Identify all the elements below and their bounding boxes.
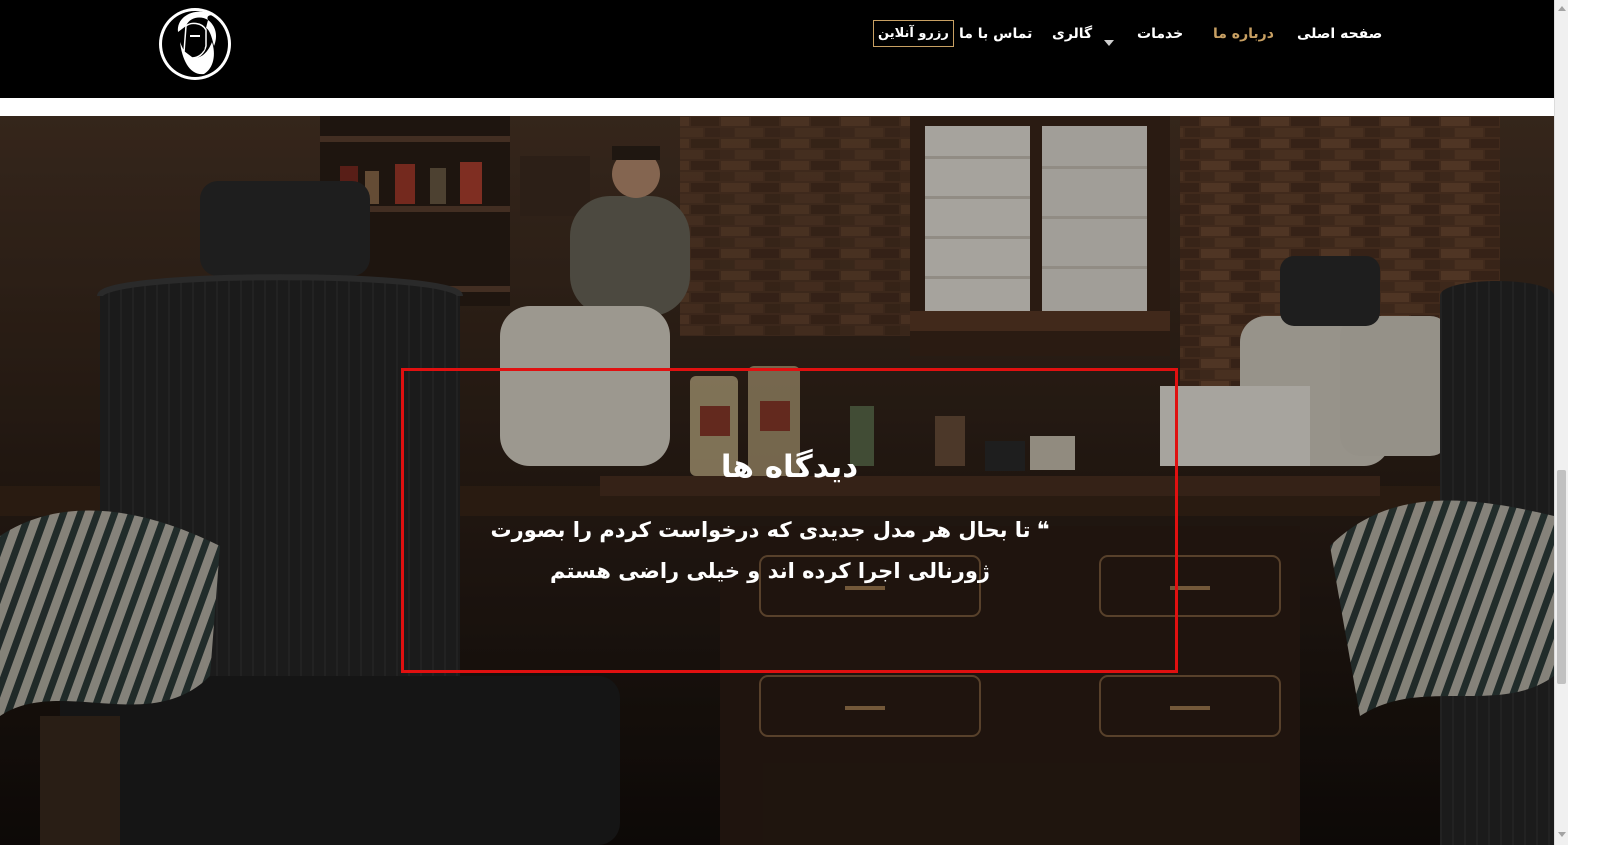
- quote-text-line-1: تا بحال هر مدل جدیدی که درخواست کردم را …: [490, 518, 1031, 542]
- nav-item-services[interactable]: خدمات: [1137, 22, 1183, 46]
- page-scrollbar[interactable]: [1554, 0, 1568, 845]
- nav-item-gallery[interactable]: گالری: [1052, 22, 1092, 46]
- scrollbar-thumb[interactable]: [1557, 470, 1566, 684]
- quote-icon: ❝: [1036, 518, 1050, 543]
- section-title: دیدگاه ها: [720, 449, 859, 485]
- scroll-down-arrow-icon[interactable]: [1558, 832, 1566, 837]
- testimonial-quote: ❝تا بحال هر مدل جدیدی که درخواست کردم را…: [470, 510, 1070, 591]
- testimonials-section: دیدگاه ها ❝تا بحال هر مدل جدیدی که درخوا…: [0, 116, 1554, 845]
- chevron-down-icon[interactable]: [1104, 40, 1114, 46]
- window-edge: [1568, 0, 1598, 845]
- bearded-man-logo-icon[interactable]: [156, 2, 234, 82]
- nav-item-about[interactable]: درباره ما: [1213, 22, 1274, 46]
- header-navbar: صفحه اصلی درباره ما خدمات گالری تماس با …: [0, 0, 1554, 98]
- quote-line-1: ❝تا بحال هر مدل جدیدی که درخواست کردم را…: [470, 510, 1070, 551]
- nav-item-contact[interactable]: تماس با ما: [959, 22, 1032, 46]
- scroll-up-arrow-icon[interactable]: [1558, 6, 1566, 11]
- online-reservation-button[interactable]: رزرو آنلاین: [873, 20, 954, 47]
- quote-text-line-2: ژورنالی اجرا کرده اند و خیلی راضی هستم: [550, 559, 990, 583]
- nav-item-home[interactable]: صفحه اصلی: [1297, 22, 1382, 46]
